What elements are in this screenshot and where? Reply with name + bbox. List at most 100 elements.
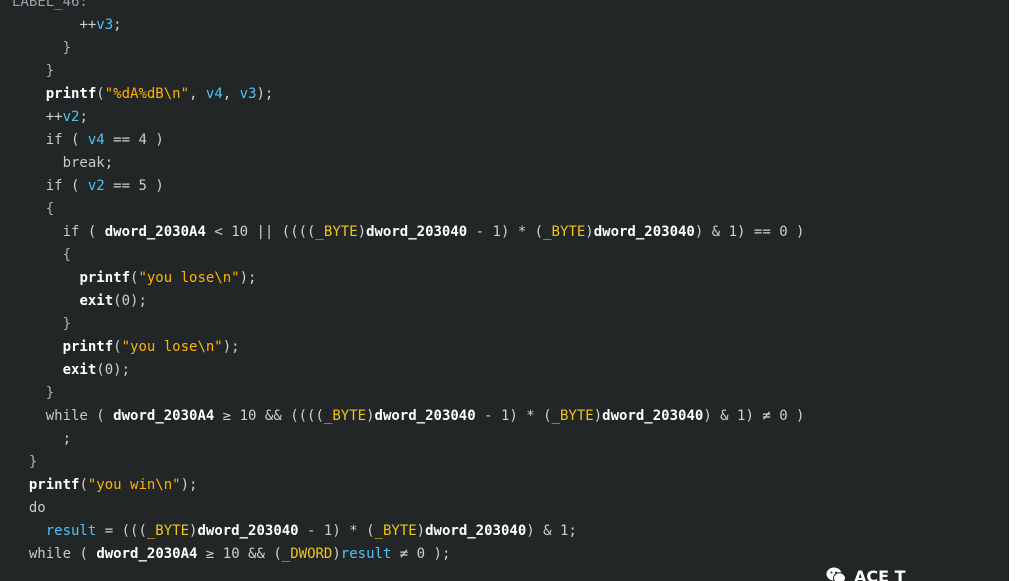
code-line[interactable]: { xyxy=(12,244,71,267)
code-line[interactable]: ++v2; xyxy=(12,106,88,129)
function-token: printf xyxy=(28,477,80,493)
variable-token: v2 xyxy=(62,109,80,125)
indent-token xyxy=(12,270,79,286)
code-line[interactable]: } xyxy=(12,313,71,336)
keyword-token: break xyxy=(62,155,105,171)
punctuation-token: && ( xyxy=(239,546,282,562)
indent-token xyxy=(12,408,46,424)
indent-token xyxy=(12,293,79,309)
punctuation-token: ); xyxy=(222,339,240,355)
number-token: 4 xyxy=(138,132,147,148)
number-token: 0 xyxy=(779,224,788,240)
indent-token xyxy=(12,523,46,539)
type-token: _BYTE xyxy=(146,523,190,539)
global-token: dword_2030A4 xyxy=(104,224,206,240)
indent-token xyxy=(12,17,79,33)
punctuation-token: ) & xyxy=(694,224,729,240)
variable-token: v4 xyxy=(87,132,105,148)
punctuation-token: ) xyxy=(585,224,594,240)
punctuation-token: ) * ( xyxy=(500,224,544,240)
variable-token: result xyxy=(340,546,392,562)
punctuation-token: ≠ xyxy=(391,546,417,562)
pseudocode-view[interactable]: LABEL_46: ++v3; } } printf("%dA%dB\n", v… xyxy=(0,0,1009,581)
function-token: printf xyxy=(62,339,114,355)
punctuation-token: ); xyxy=(130,293,147,309)
global-token: dword_203040 xyxy=(602,408,704,424)
string-token: "%dA%dB\n" xyxy=(104,86,190,102)
code-line[interactable]: while ( dword_2030A4 ≥ 10 && (_DWORD)res… xyxy=(12,543,451,566)
punctuation-token: ) xyxy=(787,408,805,424)
punctuation-token: ≥ xyxy=(197,546,223,562)
code-line[interactable]: break; xyxy=(12,152,114,175)
punctuation-token: ( xyxy=(79,477,88,493)
code-line[interactable]: if ( v2 == 5 ) xyxy=(12,175,164,198)
punctuation-token: ); xyxy=(425,546,451,562)
code-line[interactable]: if ( dword_2030A4 < 10 || ((((_BYTE)dwor… xyxy=(12,221,805,244)
screenshot: LABEL_46: ++v3; } } printf("%dA%dB\n", v… xyxy=(0,0,1024,581)
punctuation-token: ) xyxy=(332,546,341,562)
indent-token xyxy=(12,224,63,240)
type-token: _BYTE xyxy=(551,408,594,424)
keyword-token: if xyxy=(62,224,80,240)
punctuation-token: ) xyxy=(146,132,164,148)
function-token: printf xyxy=(79,270,131,286)
number-token: 10 xyxy=(231,224,249,240)
global-token: dword_2030A4 xyxy=(96,546,198,562)
code-line[interactable]: } xyxy=(12,382,54,405)
code-line[interactable]: { xyxy=(12,198,54,221)
keyword-token: while xyxy=(45,408,88,424)
number-token: 0 xyxy=(416,546,426,562)
punctuation-token: ) * ( xyxy=(509,408,552,424)
code-line[interactable]: do xyxy=(12,497,46,520)
code-line[interactable]: printf("you lose\n"); xyxy=(12,267,256,290)
number-token: 0 xyxy=(121,293,131,309)
punctuation-token: ; xyxy=(113,17,122,33)
code-line[interactable]: LABEL_46: xyxy=(12,0,88,14)
code-line[interactable]: while ( dword_2030A4 ≥ 10 && ((((_BYTE)d… xyxy=(12,405,805,428)
global-token: dword_203040 xyxy=(593,224,695,240)
number-token: 10 xyxy=(239,408,257,424)
punctuation-token: ); xyxy=(256,86,274,102)
brace-token: { xyxy=(62,247,72,263)
punctuation-token: < xyxy=(205,224,232,240)
number-token: 0 xyxy=(779,408,788,424)
type-token: _BYTE xyxy=(315,224,358,240)
global-token: dword_203040 xyxy=(197,523,299,539)
type-token: _BYTE xyxy=(323,408,367,424)
keyword-token: while xyxy=(28,546,72,562)
brace-token: } xyxy=(62,316,72,332)
punctuation-token: ); xyxy=(180,477,198,493)
punctuation-token: || (((( xyxy=(248,224,316,240)
code-line[interactable]: result = (((_BYTE)dword_203040 - 1) * (_… xyxy=(12,520,577,543)
code-line[interactable]: printf("you win\n"); xyxy=(12,474,198,497)
code-line[interactable]: exit(0); xyxy=(12,359,130,382)
code-line[interactable]: printf("%dA%dB\n", v4, v3); xyxy=(12,83,274,106)
punctuation-token: ≥ xyxy=(214,408,240,424)
punctuation-token: ( xyxy=(113,293,122,309)
indent-token xyxy=(12,454,29,470)
code-line[interactable]: if ( v4 == 4 ) xyxy=(12,129,164,152)
punctuation-token: ++ xyxy=(79,17,97,33)
code-line[interactable]: } xyxy=(12,60,54,83)
indent-token xyxy=(12,178,46,194)
label-token: LABEL_46: xyxy=(12,0,88,10)
punctuation-token: ); xyxy=(239,270,257,286)
code-line[interactable]: exit(0); xyxy=(12,290,147,313)
punctuation-token: ) xyxy=(357,224,367,240)
code-line[interactable]: ; xyxy=(12,428,71,451)
punctuation-token: ( xyxy=(71,546,97,562)
indent-token xyxy=(12,316,63,332)
punctuation-token: ) == xyxy=(737,224,780,240)
watermark: ACE T xyxy=(826,566,906,581)
code-line[interactable]: } xyxy=(12,37,71,60)
indent-token xyxy=(12,155,63,171)
code-line[interactable]: printf("you lose\n"); xyxy=(12,336,240,359)
punctuation-token: ) xyxy=(366,408,375,424)
code-line[interactable]: } xyxy=(12,451,37,474)
code-line[interactable]: ++v3; xyxy=(12,14,122,37)
variable-token: v3 xyxy=(239,86,257,102)
type-token: _BYTE xyxy=(543,224,586,240)
variable-token: v2 xyxy=(87,178,105,194)
watermark-text: ACE T xyxy=(854,566,906,581)
punctuation-token: ( xyxy=(62,178,88,194)
